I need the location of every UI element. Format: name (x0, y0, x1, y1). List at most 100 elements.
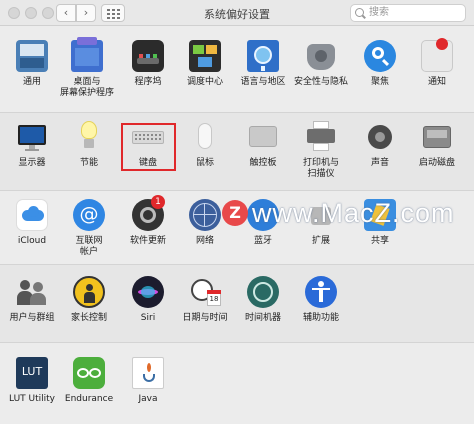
pref-software-update[interactable]: 1 软件更新 (117, 195, 179, 247)
pref-label: 触控板 (249, 158, 277, 168)
search-input[interactable]: 搜索 (350, 4, 466, 22)
pref-energy-saver[interactable]: 节能 (58, 121, 120, 169)
pref-label: 日期与时间 (182, 313, 228, 323)
pref-mouse[interactable]: 鼠标 (174, 121, 236, 169)
pref-label: 辅助功能 (302, 313, 339, 323)
pref-security-privacy[interactable]: 安全性与隐私 (290, 40, 352, 88)
pref-siri[interactable]: Siri (117, 276, 179, 324)
pref-label: 扩展 (311, 236, 330, 246)
trackpad-icon (247, 121, 279, 153)
pref-label: 鼠标 (195, 158, 214, 168)
watermark-text: www.MacZ.com (252, 198, 455, 228)
pref-printers-scanners[interactable]: 打印机与 扫描仪 (290, 121, 352, 180)
pref-label: 软件更新 (129, 236, 166, 246)
pref-trackpad[interactable]: 触控板 (232, 121, 294, 169)
pref-label: Siri (140, 313, 156, 323)
startup-disk-icon (421, 121, 453, 153)
pref-label: 节能 (79, 158, 98, 168)
pref-label: 聚焦 (370, 77, 389, 87)
dock-icon (132, 40, 164, 72)
pref-label: 程序坞 (134, 77, 162, 87)
siri-icon (132, 276, 164, 308)
printers-scanners-icon (305, 121, 337, 153)
pref-label: iCloud (17, 236, 47, 246)
date-time-icon: 18 (189, 276, 221, 308)
pref-accessibility[interactable]: 辅助功能 (290, 276, 352, 324)
pref-startup-disk[interactable]: 启动磁盘 (406, 121, 468, 169)
security-privacy-icon (305, 40, 337, 72)
section-divider (0, 112, 474, 113)
internet-accounts-icon: @ (73, 199, 105, 231)
pref-general[interactable]: 通用 (1, 40, 63, 88)
network-icon (189, 199, 221, 231)
pref-label: 启动磁盘 (418, 158, 455, 168)
accessibility-icon (305, 276, 337, 308)
pref-label: Java (138, 394, 158, 404)
pref-time-machine[interactable]: 时间机器 (232, 276, 294, 324)
pref-label: 语言与地区 (240, 77, 286, 87)
search-icon (355, 8, 364, 17)
section-divider (0, 190, 474, 191)
mission-control-icon (189, 40, 221, 72)
pref-label: 时间机器 (244, 313, 281, 323)
pref-label: 网络 (195, 236, 214, 246)
pref-mission-control[interactable]: 调度中心 (174, 40, 236, 88)
watermark: Z www.MacZ.com (222, 196, 470, 232)
users-groups-icon (16, 276, 48, 308)
notifications-icon (421, 38, 453, 72)
pref-label: 蓝牙 (253, 236, 272, 246)
watermark-logo: Z (222, 200, 248, 226)
energy-saver-icon (73, 121, 105, 153)
sound-icon (364, 121, 396, 153)
pref-icloud[interactable]: iCloud (1, 199, 63, 247)
spotlight-icon (364, 40, 396, 72)
lut-utility-icon: LUT (16, 357, 48, 389)
pref-label: 通用 (22, 77, 41, 87)
pref-label: 通知 (427, 77, 446, 87)
mouse-icon (189, 121, 221, 153)
parental-controls-icon (73, 276, 105, 308)
pref-endurance[interactable]: Endurance (58, 357, 120, 405)
pref-label: 安全性与隐私 (293, 77, 348, 87)
pref-label: Endurance (64, 394, 114, 404)
section-divider (0, 264, 474, 265)
general-icon (16, 40, 48, 72)
pref-lut-utility[interactable]: LUT LUT Utility (1, 357, 63, 405)
pref-label: 共享 (370, 236, 389, 246)
section-divider (0, 342, 474, 343)
pref-notifications[interactable]: 通知 (406, 38, 468, 88)
pref-language-region[interactable]: 语言与地区 (232, 40, 294, 88)
pref-java[interactable]: Java (117, 357, 179, 405)
java-icon (132, 357, 164, 389)
pref-desktop-screensaver[interactable]: 桌面与 屏幕保护程序 (56, 37, 118, 99)
pref-label: 调度中心 (186, 77, 223, 87)
displays-icon (16, 121, 48, 153)
time-machine-icon (247, 276, 279, 308)
software-update-icon: 1 (132, 195, 165, 231)
keyboard-highlight-box (121, 123, 176, 171)
search-placeholder: 搜索 (369, 7, 389, 18)
pref-date-time[interactable]: 18 日期与时间 (174, 276, 236, 324)
update-badge: 1 (151, 195, 165, 209)
language-region-icon (247, 40, 279, 72)
pref-label: 互联网 帐户 (75, 236, 103, 257)
pref-sound[interactable]: 声音 (349, 121, 411, 169)
pref-internet-accounts[interactable]: @ 互联网 帐户 (58, 199, 120, 258)
pref-label: 显示器 (18, 158, 46, 168)
pref-parental-controls[interactable]: 家长控制 (58, 276, 120, 324)
pref-dock[interactable]: 程序坞 (117, 40, 179, 88)
pref-label: 桌面与 屏幕保护程序 (59, 77, 114, 98)
pref-spotlight[interactable]: 聚焦 (349, 40, 411, 88)
endurance-icon (73, 357, 105, 389)
pref-label: 打印机与 扫描仪 (302, 158, 339, 179)
icloud-icon (16, 199, 48, 231)
pref-displays[interactable]: 显示器 (1, 121, 63, 169)
title-bar: ‹ › 系统偏好设置 搜索 (0, 0, 474, 26)
lut-icon-text: LUT (21, 365, 43, 378)
desktop-screensaver-icon (71, 37, 103, 72)
pref-users-groups[interactable]: 用户与群组 (1, 276, 63, 324)
pref-label: LUT Utility (9, 394, 55, 404)
calendar-day: 18 (209, 295, 219, 303)
pref-label: 家长控制 (70, 313, 107, 323)
pref-label: 用户与群组 (9, 313, 55, 323)
